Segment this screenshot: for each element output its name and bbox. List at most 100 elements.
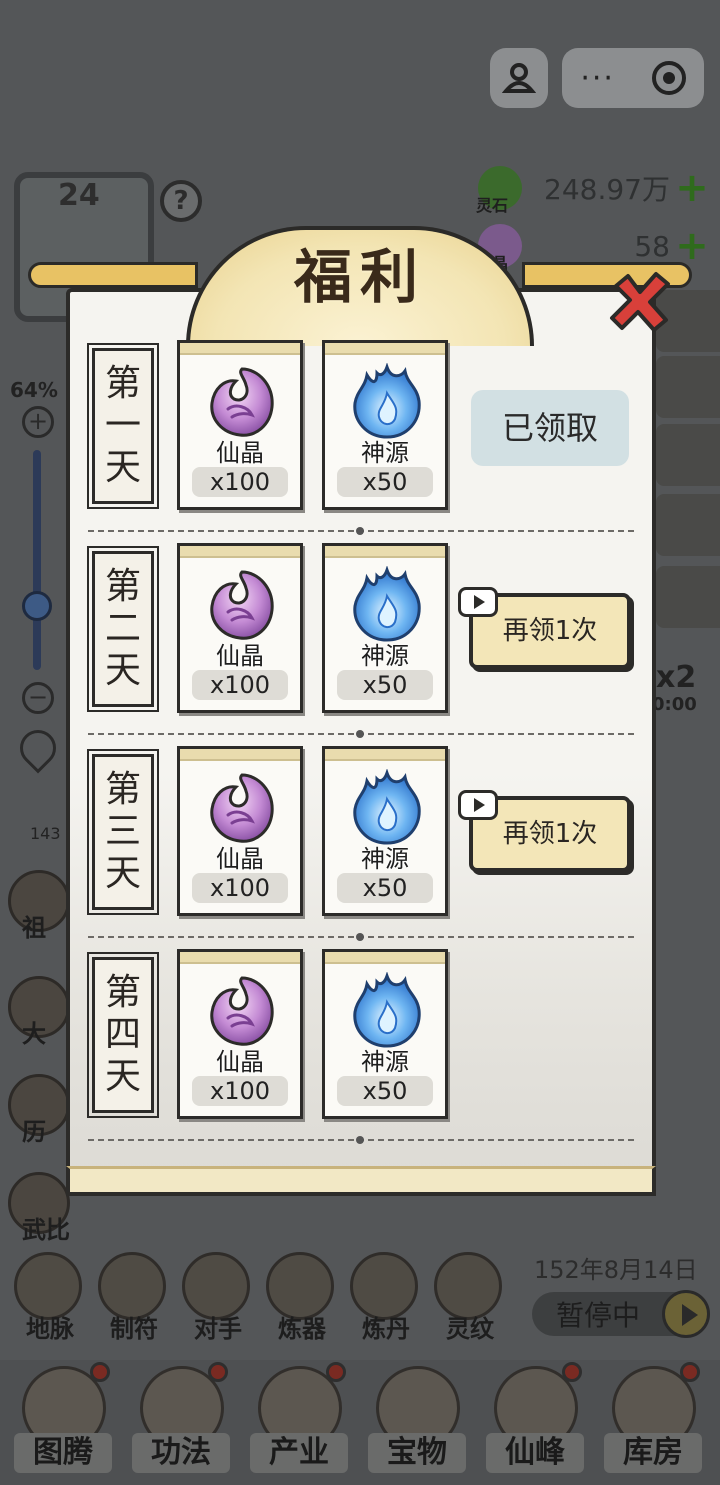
notification-dot [562, 1362, 582, 1382]
zoom-slider-track[interactable] [33, 450, 41, 670]
scroll-icon[interactable] [656, 356, 720, 418]
purple-crystal-icon [202, 769, 282, 849]
nav-treasure[interactable]: 宝物 [358, 1360, 476, 1485]
row-divider [88, 1136, 634, 1144]
reward-card[interactable]: 神源 x50 [322, 543, 448, 713]
nav-peak[interactable]: 仙峰 [476, 1360, 594, 1485]
side-menu-label: 祖 [22, 914, 46, 942]
claimed-button: 已领取 [471, 390, 629, 466]
reward-name: 仙晶 [216, 642, 264, 670]
reward-name: 神源 [361, 845, 409, 873]
day-label-char: 一 [104, 405, 141, 446]
day-row: 第四天仙晶 x100 神源 x50 [66, 949, 656, 1152]
play-icon[interactable] [662, 1290, 710, 1338]
video-ad-icon [458, 790, 498, 820]
nav-label: 库房 [604, 1433, 702, 1473]
event-icon[interactable] [656, 424, 720, 486]
blue-flame-icon [347, 565, 427, 646]
function-label: 对手 [194, 1315, 242, 1343]
reward-name: 神源 [361, 642, 409, 670]
notification-dot [680, 1362, 700, 1382]
zoom-percent: 64% [10, 378, 58, 402]
function-opponent[interactable]: 对手 [182, 1252, 254, 1344]
reward-quantity: x100 [192, 467, 288, 497]
notification-dot [326, 1362, 346, 1382]
nav-industry[interactable]: 产业 [240, 1360, 358, 1485]
function-talisman[interactable]: 制符 [98, 1252, 170, 1344]
close-miniprogram-icon[interactable] [651, 61, 686, 95]
game-date: 152年8月14日 [534, 1256, 698, 1284]
notification-dot [208, 1362, 228, 1382]
day-label: 第二天 [87, 546, 159, 712]
day-label-char: 天 [104, 1056, 141, 1097]
day-label-char: 三 [104, 811, 141, 852]
zoom-in-button[interactable]: + [22, 406, 54, 438]
user-icon [502, 63, 536, 93]
function-label: 制符 [110, 1315, 158, 1343]
day-label-char: 天 [104, 447, 141, 488]
day-label-char: 第 [104, 769, 141, 810]
video-ad-icon [458, 587, 498, 617]
row-divider [88, 527, 634, 535]
row-divider [88, 933, 634, 941]
nav-label: 宝物 [368, 1433, 466, 1473]
day-label: 第一天 [87, 343, 159, 509]
spirit-stone-icon: 灵石 [476, 166, 522, 215]
function-label: 炼丹 [362, 1315, 410, 1343]
nav-warehouse[interactable]: 库房 [594, 1360, 712, 1485]
add-spirit-stone-button[interactable]: + [674, 168, 710, 208]
reward-card[interactable]: 神源 x50 [322, 340, 448, 510]
day-label: 第三天 [87, 749, 159, 915]
more-menu-icon[interactable]: ··· [580, 61, 615, 96]
zoom-out-button[interactable]: − [22, 682, 54, 714]
nav-totem[interactable]: 图腾 [4, 1360, 122, 1485]
pause-toggle[interactable]: 暂停中 [532, 1290, 710, 1338]
pause-state: 暂停中 [556, 1299, 641, 1332]
zoom-slider-handle[interactable] [22, 591, 52, 621]
row-divider [88, 730, 634, 738]
day-row: 第三天仙晶 x100 神源 x50 再领1次 [66, 746, 656, 949]
reward-card[interactable]: 仙晶 x100 [177, 543, 303, 713]
reward-card[interactable]: 神源 x50 [322, 949, 448, 1119]
mini-program-avatar-button[interactable] [490, 48, 548, 108]
day-label-char: 第 [104, 972, 141, 1013]
reward-name: 神源 [361, 439, 409, 467]
book-icon[interactable] [656, 494, 720, 556]
reward-name: 仙晶 [216, 845, 264, 873]
bottom-nav: 图腾 功法 产业 宝物 仙峰 库房 [4, 1360, 712, 1485]
reward-quantity: x50 [337, 467, 433, 497]
chest-icon[interactable] [656, 566, 720, 628]
card-top-strip [325, 952, 445, 964]
day-label-char: 天 [104, 853, 141, 894]
function-spirit-pattern[interactable]: 灵纹 [434, 1252, 506, 1344]
reward-card[interactable]: 仙晶 x100 [177, 746, 303, 916]
nav-skills[interactable]: 功法 [122, 1360, 240, 1485]
modal-title: 福利 [293, 243, 426, 311]
nav-label: 仙峰 [486, 1433, 584, 1473]
title-ribbon-left [28, 262, 198, 288]
day-label: 第四天 [87, 952, 159, 1118]
speed-multiplier[interactable]: x2 [656, 660, 696, 695]
card-top-strip [180, 546, 300, 558]
card-top-strip [180, 749, 300, 761]
help-icon[interactable]: ? [160, 180, 202, 222]
notification-dot [90, 1362, 110, 1382]
reward-name: 神源 [361, 1048, 409, 1076]
day-label-char: 二 [104, 608, 141, 649]
function-earth-vein[interactable]: 地脉 [14, 1252, 86, 1344]
resource-spirit-stone: 灵石 248.97万 + [476, 166, 710, 215]
reward-card[interactable]: 神源 x50 [322, 746, 448, 916]
reward-card[interactable]: 仙晶 x100 [177, 949, 303, 1119]
add-immortal-crystal-button[interactable]: + [674, 226, 710, 266]
function-label: 地脉 [26, 1315, 74, 1343]
reward-quantity: x50 [337, 670, 433, 700]
reward-card[interactable]: 仙晶 x100 [177, 340, 303, 510]
function-forge[interactable]: 炼器 [266, 1252, 338, 1344]
day-label-char: 第 [104, 363, 141, 404]
side-menu-label: 历 [22, 1118, 46, 1146]
card-top-strip [180, 952, 300, 964]
nav-label: 功法 [132, 1433, 230, 1473]
reward-quantity: x50 [337, 1076, 433, 1106]
function-alchemy[interactable]: 炼丹 [350, 1252, 422, 1344]
close-icon[interactable] [606, 268, 674, 336]
